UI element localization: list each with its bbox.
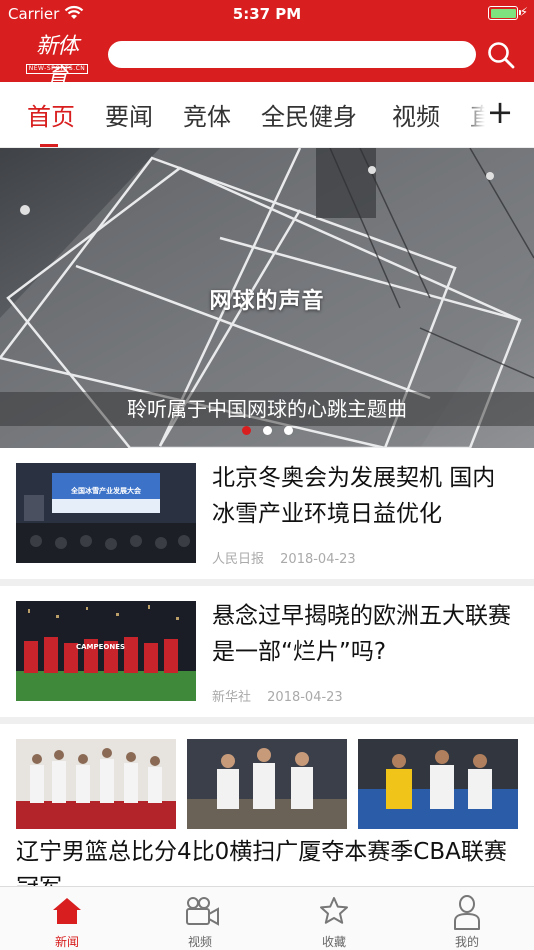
news-title: 北京冬奥会为发展契机 国内冰雪产业环境日益优化 [212, 465, 496, 527]
active-tab-indicator [40, 144, 58, 147]
news-item[interactable]: CAMPEONES 悬念过早揭晓的欧洲五大联赛是一部“烂片”吗? 新华社 201… [0, 586, 534, 718]
carousel-dot [263, 426, 272, 435]
bottom-tab-label: 收藏 [321, 935, 346, 949]
divider [0, 579, 534, 586]
person-icon [454, 895, 480, 930]
divider [0, 717, 534, 724]
news-item-gallery[interactable]: 辽宁男篮总比分4比0横扫广厦夺本赛季CBA联赛冠军 [0, 738, 534, 901]
plus-icon[interactable]: + [484, 94, 516, 130]
bottom-tab-favorites[interactable]: 收藏 [294, 887, 374, 950]
tab-video[interactable]: 视频 [392, 97, 440, 132]
news-date: 2018-04-23 [267, 690, 343, 705]
bottom-tab-label: 我的 [454, 935, 479, 949]
bottom-tab-profile[interactable]: 我的 [427, 887, 507, 950]
channel-tabs: 首页 要闻 竞体 全民健身 视频 直播 + [0, 82, 534, 148]
header-bar: Carrier 5:37 PM ⚡ 新体育 NEW-SPORTS.CN [0, 0, 534, 89]
video-camera-icon [186, 897, 219, 926]
status-bar: Carrier 5:37 PM ⚡ [0, 0, 534, 28]
logo-subtext: NEW-SPORTS.CN [26, 64, 88, 74]
tab-competitive-sports[interactable]: 竞体 [183, 97, 231, 132]
news-meta: 新华社 2018-04-23 [212, 686, 355, 705]
clock: 5:37 PM [232, 5, 302, 23]
bottom-tab-news[interactable]: 新闻 [27, 887, 107, 950]
bottom-tab-video[interactable]: 视频 [160, 887, 240, 950]
bottom-tab-bar: 新闻 视频 收藏 我的 [0, 886, 534, 950]
news-source: 新华社 [212, 690, 252, 705]
banner-carousel[interactable]: 网球的声音 聆听属于中国网球的心跳主题曲 [0, 148, 534, 448]
battery-icon [488, 6, 521, 20]
home-icon [53, 898, 81, 924]
news-thumbnail: 全国冰雪产业发展大会 [16, 463, 196, 563]
gallery-image [358, 739, 518, 829]
news-item[interactable]: 全国冰雪产业发展大会 北京冬奥会为发展契机 国内冰雪产业环境日益优化 人民日报 … [0, 448, 534, 580]
banner-caption: 聆听属于中国网球的心跳主题曲 [0, 392, 534, 426]
news-source: 人民日报 [212, 552, 265, 567]
thumbnail-text: CAMPEONES [76, 643, 126, 651]
tab-headlines[interactable]: 要闻 [105, 97, 153, 132]
carousel-dot-active [242, 426, 251, 435]
gallery-image [16, 739, 176, 829]
search-input[interactable] [108, 41, 476, 68]
bottom-tab-label: 新闻 [54, 935, 79, 949]
bottom-tab-label: 视频 [187, 935, 212, 949]
thumbnail-text: 全国冰雪产业发展大会 [71, 487, 141, 495]
tab-fitness[interactable]: 全民健身 [261, 97, 357, 132]
news-thumbnail: CAMPEONES [16, 601, 196, 701]
star-icon [320, 897, 348, 924]
gallery-image [187, 739, 347, 829]
news-date: 2018-04-23 [280, 552, 356, 567]
charging-icon: ⚡ [519, 5, 528, 19]
news-title: 悬念过早揭晓的欧洲五大联赛是一部“烂片”吗? [212, 603, 511, 665]
app-logo: 新体育 NEW-SPORTS.CN [26, 32, 88, 89]
news-meta: 人民日报 2018-04-23 [212, 548, 368, 567]
banner-image-title: 网球的声音 [209, 288, 325, 314]
search-icon[interactable] [486, 40, 516, 70]
carousel-dot [284, 426, 293, 435]
tab-home[interactable]: 首页 [27, 97, 75, 132]
app-root: Carrier 5:37 PM ⚡ 新体育 NEW-SPORTS.CN 首页 要… [0, 0, 534, 950]
